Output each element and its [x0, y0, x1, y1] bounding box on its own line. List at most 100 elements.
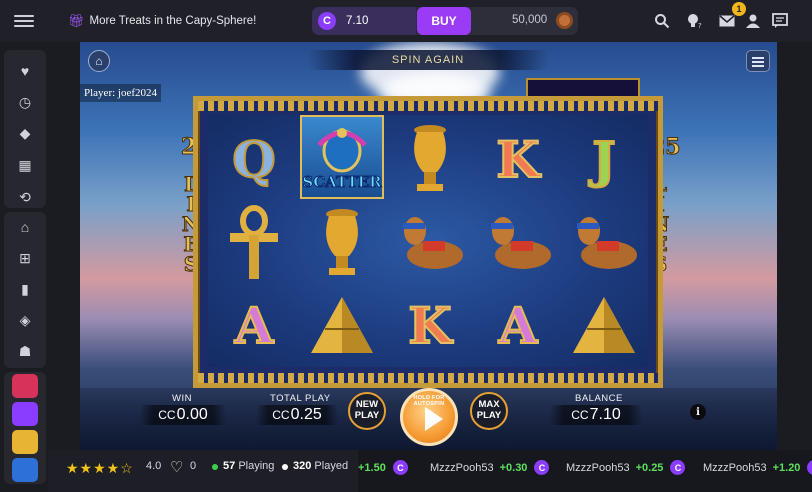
ticker-item: MzzzPooh53 +0.25 C: [566, 460, 686, 475]
capy-coin-balance[interactable]: C 7.10: [312, 7, 416, 35]
gold-coin-icon: [556, 12, 573, 29]
autospin-hint: HOLD FOR AUTOSPIN: [413, 395, 445, 407]
symbol-pyramid: [562, 285, 646, 365]
reel-frame: Q A SCATTER K K A J: [193, 96, 663, 388]
symbol-camel: [476, 203, 560, 283]
gift-icon: 🎁︎: [68, 13, 85, 28]
sidebar-item-leaderboard[interactable]: ▮: [4, 274, 46, 304]
bottom-bar: ★★★★☆ 4.0 ♡ 0 57 Playing 320 Played +1.5…: [48, 450, 812, 492]
symbol-k: K: [407, 295, 452, 356]
sidebar-item-games[interactable]: ⊞: [4, 243, 46, 273]
play-icon: [425, 407, 443, 431]
buy-button[interactable]: BUY: [417, 7, 471, 35]
sidebar-item-store[interactable]: ▦: [4, 150, 46, 180]
symbol-camel: [562, 203, 646, 283]
symbol-k: K: [495, 129, 540, 190]
sidebar-game-thumb[interactable]: [12, 402, 38, 426]
ticker-item: +1.50 C: [358, 460, 408, 475]
ticker-item: MzzzPooh53 +1.20 C: [703, 460, 812, 475]
search-icon[interactable]: [652, 11, 672, 31]
spin-button[interactable]: HOLD FOR AUTOSPIN: [400, 388, 458, 446]
promo-link[interactable]: 🎁︎ More Treats in the Capy-Sphere!: [68, 13, 256, 29]
sidebar-item-vip[interactable]: ◆: [4, 118, 46, 148]
player-label: Player: joef2024: [80, 84, 162, 102]
online-dot: [212, 464, 218, 470]
capy-coin-icon: C: [534, 460, 550, 475]
hamburger-menu-icon[interactable]: [14, 12, 34, 30]
chat-icon[interactable]: [770, 11, 790, 31]
max-play-button[interactable]: MAX PLAY: [470, 392, 508, 430]
spin-again-banner: SPIN AGAIN: [308, 50, 548, 70]
frame-hieroglyph-strip: [198, 373, 658, 383]
sidebar-group-nav: ⌂ ⊞ ▮ ◈ ☗: [4, 212, 46, 368]
user-icon[interactable]: [743, 11, 763, 31]
store-icon: ▦: [18, 156, 32, 173]
rating-value: 4.0: [146, 460, 162, 472]
sidebar-game-thumb[interactable]: [12, 458, 38, 482]
new-play-button[interactable]: NEW PLAY: [348, 392, 386, 430]
gamepad-icon: ⊞: [19, 249, 31, 266]
symbol-urn: [388, 119, 472, 199]
clock-icon: ◷: [18, 93, 32, 110]
sidebar: ♥ ◷ ◆ ▦ ⟲ ⌂ ⊞ ▮ ◈ ☗: [0, 42, 48, 492]
balance-value: CC 7.10: [550, 405, 642, 425]
symbol-a: A: [498, 295, 539, 356]
heart-outline-icon[interactable]: ♡: [170, 458, 183, 476]
symbol-j: J: [591, 129, 617, 190]
sidebar-game-thumb[interactable]: [12, 374, 38, 398]
game-home-button[interactable]: ⌂: [88, 50, 110, 72]
sidebar-group-top: ♥ ◷ ◆ ▦ ⟲: [4, 50, 46, 208]
balance-label: BALANCE: [575, 393, 623, 404]
capy-coin-icon: C: [670, 460, 686, 475]
top-bar: 🎁︎ More Treats in the Capy-Sphere! C 7.1…: [0, 0, 812, 42]
rating-stars[interactable]: ★★★★☆: [66, 460, 134, 477]
heart-icon: ♥: [20, 63, 30, 79]
svg-text:?: ?: [698, 22, 702, 30]
wallet-bar: C 7.10 BUY 50,000: [312, 7, 578, 35]
symbol-urn: [300, 203, 384, 283]
sidebar-item-favorites[interactable]: ♥: [4, 56, 46, 86]
win-value: CC 0.00: [140, 405, 226, 425]
home-icon: ⌂: [20, 219, 30, 235]
played-dot: [282, 464, 288, 470]
home-icon: ⌂: [95, 54, 103, 68]
lightbulb-icon[interactable]: ?: [684, 11, 704, 31]
sidebar-item-logout[interactable]: ⟲: [4, 182, 46, 212]
sidebar-item-recent[interactable]: ◷: [4, 87, 46, 117]
capy-coin-icon: C: [318, 12, 336, 30]
symbol-a: A: [234, 295, 275, 356]
total-play-value: CC 0.25: [256, 405, 338, 425]
diamond-icon: ◆: [19, 124, 31, 141]
promo-text: More Treats in the Capy-Sphere!: [89, 15, 257, 27]
bar-chart-icon: ▮: [21, 280, 29, 297]
win-label: WIN: [172, 393, 192, 404]
wins-ticker: +1.50 C MzzzPooh53 +0.30 C MzzzPooh53 +0…: [358, 450, 812, 492]
sidebar-item-community[interactable]: ☗: [4, 336, 46, 366]
reels: Q A SCATTER K K A J: [208, 115, 648, 367]
info-button[interactable]: i: [690, 404, 706, 420]
total-play-label: TOTAL PLAY: [270, 393, 331, 404]
exit-icon: ⟲: [19, 188, 31, 205]
capy-coin-icon: C: [807, 460, 812, 475]
slot-game-area: ⌂ SPIN AGAIN Player: joef2024 25 LINES 2…: [80, 42, 777, 450]
symbol-pyramid: [300, 285, 384, 365]
symbol-camel: [388, 203, 472, 283]
gold-coin-value: 50,000: [512, 14, 548, 26]
symbol-ankh: [212, 203, 296, 283]
capy-coin-value: 7.10: [346, 15, 369, 27]
game-menu-button[interactable]: [746, 50, 770, 72]
sidebar-item-rewards[interactable]: ◈: [4, 305, 46, 335]
game-controls: WIN CC 0.00 TOTAL PLAY CC 0.25 NEW PLAY HOL…: [80, 388, 777, 450]
played-stat: 320 Played: [293, 460, 349, 472]
capy-coin-icon: C: [392, 460, 408, 475]
likes-count: 0: [190, 460, 197, 472]
sidebar-game-thumb[interactable]: [12, 430, 38, 454]
ticker-item: MzzzPooh53 +0.30 C: [430, 460, 550, 475]
sidebar-item-home[interactable]: ⌂: [4, 212, 46, 242]
people-icon: ☗: [18, 342, 32, 359]
sidebar-group-games: [4, 372, 46, 484]
layers-icon: ◈: [19, 311, 31, 328]
playing-stat: 57 Playing: [223, 460, 275, 472]
scatter-label: SCATTER: [302, 173, 382, 192]
symbol-scatter: SCATTER: [300, 115, 384, 199]
